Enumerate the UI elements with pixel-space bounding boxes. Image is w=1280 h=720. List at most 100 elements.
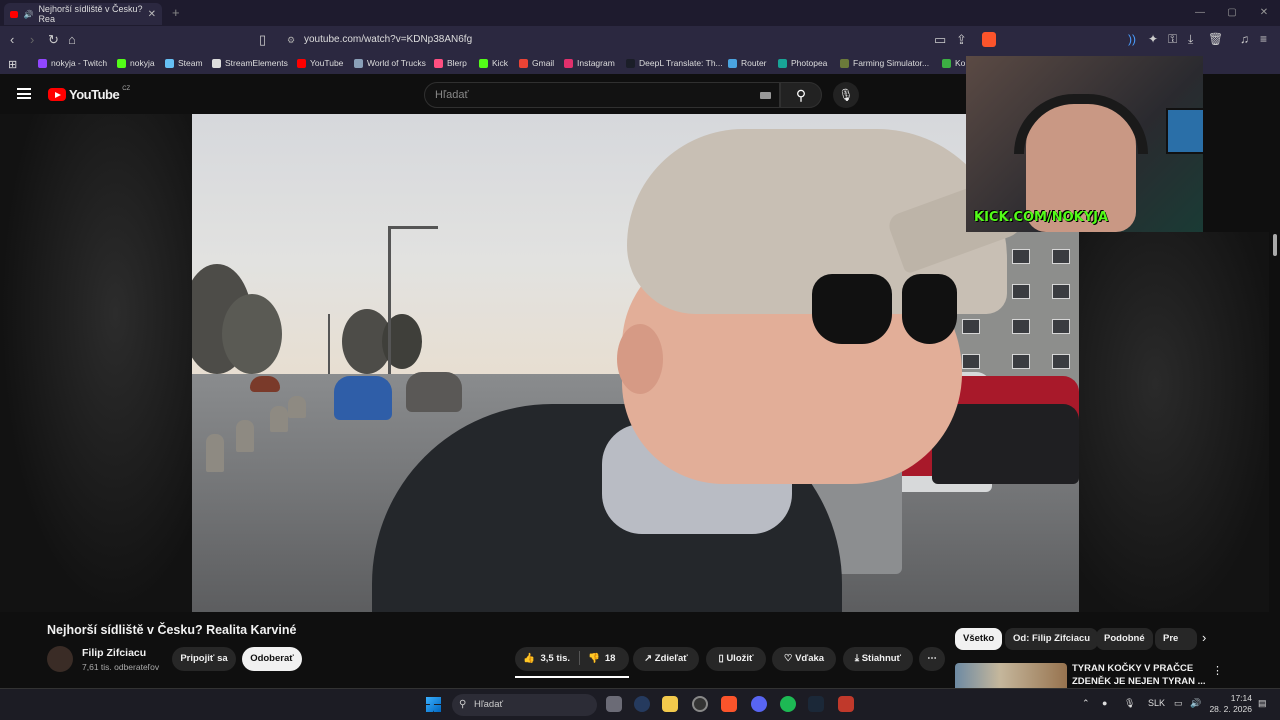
chip-all[interactable]: Všetko bbox=[955, 628, 1003, 650]
join-button[interactable]: Pripojiť sa bbox=[172, 647, 236, 671]
keyboard-icon[interactable] bbox=[760, 92, 771, 99]
extensions-icon[interactable]: ✦ bbox=[1148, 32, 1158, 46]
new-tab-button[interactable]: + bbox=[172, 5, 180, 20]
home-icon[interactable]: ⌂ bbox=[68, 32, 76, 47]
speaker-icon[interactable]: 🔊 bbox=[23, 10, 33, 19]
obs-icon[interactable] bbox=[692, 696, 708, 712]
building-window bbox=[1012, 249, 1030, 264]
bookmark-item[interactable]: Router bbox=[728, 58, 767, 68]
reco-thumbnail[interactable] bbox=[955, 663, 1067, 689]
browser-tabstrip: 🔊 Nejhorší sídliště v Česku? Rea ✕ + — ▢… bbox=[0, 0, 1280, 26]
channel-name[interactable]: Filip Zifciacu bbox=[82, 647, 146, 659]
dislike-icon[interactable]: 👎 bbox=[588, 653, 600, 664]
youtube-favicon-icon bbox=[10, 10, 19, 18]
notification-icon[interactable]: ▤ bbox=[1258, 698, 1267, 709]
url-bar[interactable]: ⚙ youtube.com/watch?v=KDNp38AN6fg bbox=[282, 30, 972, 50]
media-icon[interactable]: ♫ bbox=[1240, 32, 1249, 46]
file-explorer-icon[interactable] bbox=[662, 696, 678, 712]
voicemod-icon[interactable] bbox=[838, 696, 854, 712]
download-icon[interactable]: ⤓ bbox=[1188, 32, 1193, 47]
tray-app-icon[interactable]: ● bbox=[1102, 698, 1107, 708]
clock[interactable]: 17:14 28. 2. 2026 bbox=[1208, 693, 1252, 715]
bookmark-item[interactable]: Instagram bbox=[564, 58, 615, 68]
browser-tab-youtube[interactable]: 🔊 Nejhorší sídliště v Česku? Rea ✕ bbox=[4, 3, 162, 25]
discord-icon[interactable] bbox=[751, 696, 767, 712]
reco-more-icon[interactable]: ⋮ bbox=[1212, 664, 1223, 677]
steam-icon[interactable] bbox=[808, 696, 824, 712]
brave-shields-icon[interactable] bbox=[982, 32, 996, 47]
reload-icon[interactable]: ↻ bbox=[48, 32, 59, 48]
close-window-icon[interactable]: ✕ bbox=[1248, 0, 1280, 26]
bookmark-item[interactable]: YouTube bbox=[297, 58, 343, 68]
audio-icon[interactable]: )) bbox=[1128, 32, 1136, 46]
building-window bbox=[1012, 354, 1030, 369]
volume-icon[interactable]: 🔊 bbox=[1190, 698, 1201, 709]
share-page-icon[interactable]: ⇪ bbox=[956, 32, 967, 48]
bookmark-item[interactable]: Ko bbox=[942, 58, 965, 68]
share-button[interactable]: ↗ Zdieľať bbox=[633, 647, 699, 671]
page-scrollbar[interactable] bbox=[1270, 232, 1278, 688]
menu-icon[interactable]: ≡ bbox=[1260, 32, 1267, 46]
site-info-icon[interactable]: ⚙ bbox=[287, 30, 295, 50]
bookmark-item[interactable]: Photopea bbox=[778, 58, 827, 68]
brave-icon[interactable] bbox=[721, 696, 737, 712]
chip-from-channel[interactable]: Od: Filip Zifciacu bbox=[1005, 628, 1099, 650]
bookmark-item[interactable]: Blerp bbox=[434, 58, 467, 68]
close-tab-icon[interactable]: ✕ bbox=[148, 9, 156, 20]
windows-taskbar: ⚲ Hľadať ⌃ ● 🎙 SLK ▭ 🔊 17:14 28. 2. 2026… bbox=[0, 688, 1280, 720]
network-icon[interactable]: ▭ bbox=[1174, 698, 1183, 709]
tray-mic-icon[interactable]: 🎙 bbox=[1124, 698, 1135, 709]
language-indicator[interactable]: SLK bbox=[1148, 698, 1165, 708]
video-title: Nejhorší sídliště v Česku? Realita Karvi… bbox=[47, 623, 297, 637]
chip-related[interactable]: Podobné bbox=[1096, 628, 1153, 650]
spotify-icon[interactable] bbox=[780, 696, 796, 712]
password-icon[interactable]: ⚿ bbox=[1168, 32, 1177, 47]
scrollbar-thumb[interactable] bbox=[1273, 234, 1277, 256]
more-actions-button[interactable]: ⋯ bbox=[919, 647, 945, 671]
cast-icon[interactable]: ▭ bbox=[934, 32, 946, 48]
bookmark-item[interactable]: nokyja - Twitch bbox=[38, 58, 107, 68]
like-icon[interactable]: 👍 bbox=[523, 653, 535, 664]
task-view-icon[interactable] bbox=[606, 696, 622, 712]
chip-for-you[interactable]: Pre va bbox=[1155, 628, 1197, 650]
bookmark-item[interactable]: Gmail bbox=[519, 58, 554, 68]
minimize-icon[interactable]: — bbox=[1184, 0, 1216, 26]
download-button[interactable]: ⤓ Stiahnuť bbox=[843, 647, 913, 671]
voice-search-icon[interactable]: 🎙 bbox=[833, 82, 859, 108]
search-input[interactable]: Hľadať bbox=[424, 82, 780, 108]
thanks-icon: ♡ bbox=[783, 653, 793, 664]
bookmark-item[interactable]: nokyja bbox=[117, 58, 155, 68]
tray-chevron-icon[interactable]: ⌃ bbox=[1082, 698, 1090, 709]
windows-start-icon[interactable] bbox=[426, 697, 441, 712]
app-icon[interactable] bbox=[634, 696, 650, 712]
bookmark-item[interactable]: World of Trucks bbox=[354, 58, 426, 68]
bookmark-item[interactable]: Farming Simulator... bbox=[840, 58, 929, 68]
bookmark-favicon-icon bbox=[212, 58, 221, 68]
bookmark-icon[interactable]: ▯ bbox=[259, 32, 266, 48]
taskbar-search[interactable]: ⚲ Hľadať bbox=[452, 694, 597, 716]
video-player[interactable] bbox=[192, 114, 1079, 612]
apps-grid-icon[interactable]: ⊞ bbox=[8, 58, 17, 71]
like-count[interactable]: 3,5 tis. bbox=[540, 653, 570, 664]
bookmark-favicon-icon bbox=[778, 58, 787, 68]
youtube-logo[interactable]: YouTube CZ bbox=[48, 86, 130, 102]
dislike-count[interactable]: 18 bbox=[605, 653, 616, 664]
save-button[interactable]: ▯ Uložiť bbox=[706, 647, 766, 671]
bookmark-item[interactable]: Steam bbox=[165, 58, 203, 68]
reco-title[interactable]: TYRAN KOČKY V PRAČCE ZDENĚK JE NEJEN TYR… bbox=[1072, 662, 1212, 688]
hamburger-menu-icon[interactable] bbox=[17, 88, 31, 99]
maximize-icon[interactable]: ▢ bbox=[1216, 0, 1248, 26]
back-icon[interactable]: ‹ bbox=[10, 32, 14, 47]
search-button[interactable]: ⚲ bbox=[780, 82, 822, 108]
channel-avatar[interactable] bbox=[47, 646, 73, 672]
thanks-button[interactable]: ♡ Vďaka bbox=[772, 647, 836, 671]
bookmark-item[interactable]: Kick bbox=[479, 58, 508, 68]
forward-icon[interactable]: › bbox=[30, 32, 34, 47]
trash-icon[interactable]: 🗑 bbox=[1208, 32, 1223, 46]
headset-icon bbox=[1014, 94, 1148, 154]
bookmark-item[interactable]: StreamElements bbox=[212, 58, 288, 68]
chevron-right-icon[interactable]: › bbox=[1202, 630, 1206, 645]
building-window bbox=[1052, 284, 1070, 299]
subscribe-button[interactable]: Odoberať bbox=[242, 647, 302, 671]
bookmark-item[interactable]: DeepL Translate: Th... bbox=[626, 58, 723, 68]
